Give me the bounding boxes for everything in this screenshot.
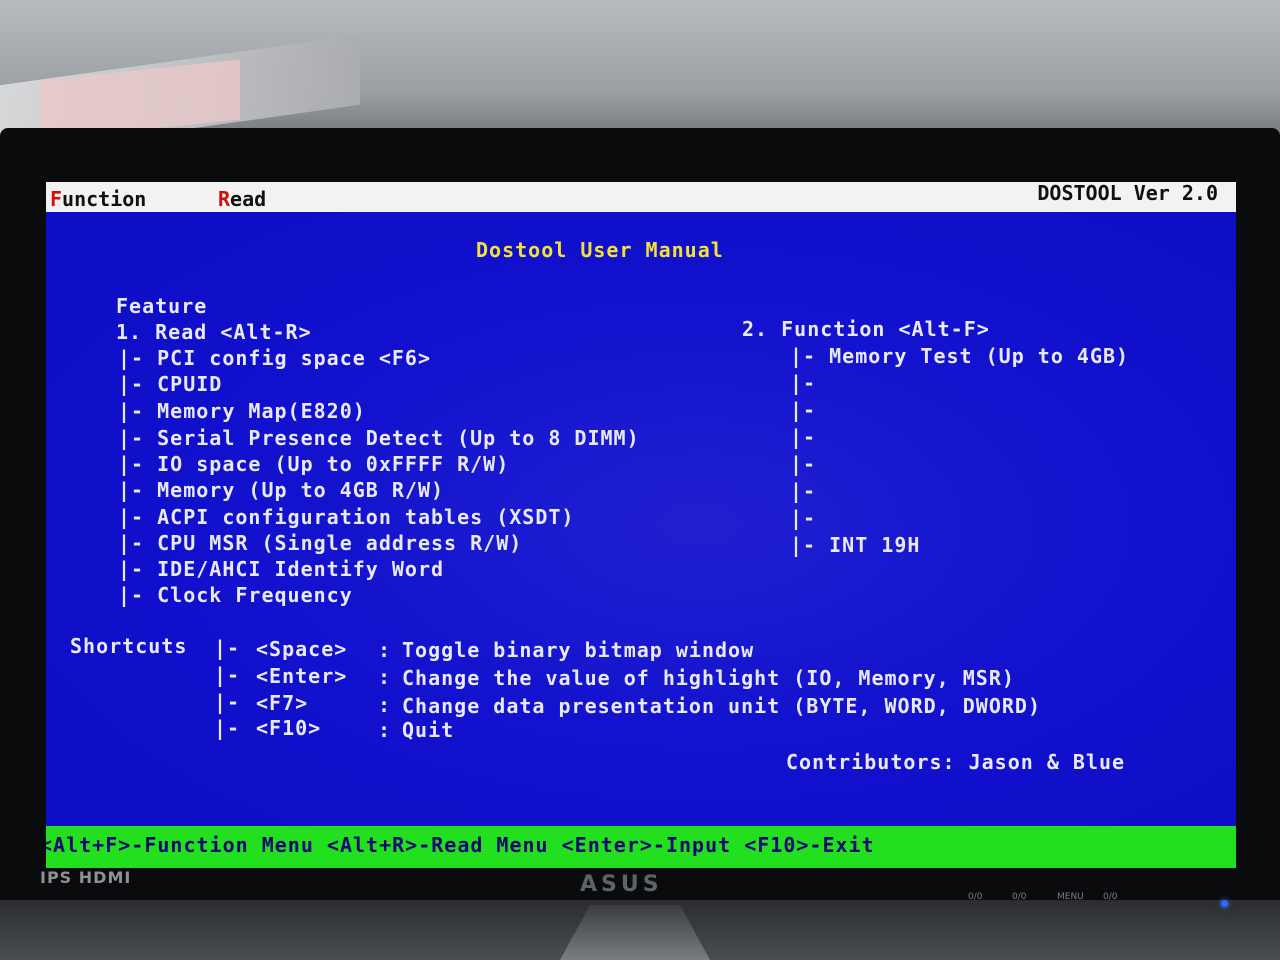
menu-read-hotkey: R: [218, 187, 231, 211]
function-item: |-: [790, 479, 817, 503]
function-item: |-: [790, 425, 817, 449]
read-item: |- ACPI configuration tables (XSDT): [118, 505, 575, 529]
menu-function-hotkey: F: [50, 187, 63, 211]
function-item: |-: [790, 506, 817, 530]
shortcut-prefix: |-: [214, 690, 241, 714]
shortcuts-label: Shortcuts: [70, 634, 188, 658]
shortcut-prefix: |-: [214, 663, 241, 687]
read-item: |- Clock Frequency: [118, 583, 353, 607]
version-label: DOSTOOL Ver 2.0: [1037, 182, 1218, 205]
shortcut-key: <F7>: [256, 691, 309, 715]
power-led-icon: [1221, 900, 1228, 907]
menu-read-label: ead: [230, 187, 267, 211]
shortcut-key: <F10>: [256, 716, 322, 740]
function-section-heading: 2. Function <Alt-F>: [742, 317, 990, 341]
read-section-heading: 1. Read <Alt-R>: [116, 320, 312, 344]
shortcut-description: Change data presentation unit (BYTE, WOR…: [402, 694, 1042, 718]
read-item: |- CPU MSR (Single address R/W): [118, 531, 523, 555]
shortcut-key: <Enter>: [256, 664, 348, 688]
shortcut-separator: :: [378, 718, 392, 742]
brand-asus-logo: ASUS: [580, 872, 663, 897]
function-item: |-: [790, 452, 817, 476]
shortcut-prefix: |-: [214, 716, 241, 740]
menu-bar: Function Read DOSTOOL Ver 2.0: [46, 182, 1236, 212]
menu-read[interactable]: Read: [218, 184, 266, 214]
function-item: |- INT 19H: [790, 533, 921, 557]
function-item: |-: [790, 398, 817, 422]
status-bar-hints: <Alt+F>-Function Menu <Alt+R>-Read Menu …: [46, 833, 875, 857]
menu-function[interactable]: Function: [50, 184, 146, 214]
monitor-button-label: 0/0: [968, 892, 983, 902]
read-item: |- PCI config space <F6>: [118, 346, 431, 370]
read-item: |- IDE/AHCI Identify Word: [118, 557, 445, 581]
read-item: |- Serial Presence Detect (Up to 8 DIMM): [118, 426, 640, 450]
shortcut-prefix: |-: [214, 636, 241, 660]
contributors-label: Contributors: Jason & Blue: [786, 750, 1126, 774]
menu-function-label: unction: [62, 187, 147, 211]
brand-ips-hdmi-label: IPS HDMI: [40, 868, 132, 887]
monitor-menu-button-label: MENU: [1057, 892, 1084, 902]
read-item: |- CPUID: [118, 372, 223, 396]
feature-heading: Feature: [116, 294, 208, 318]
shortcut-separator: :: [378, 693, 392, 717]
dos-screen: Function Read DOSTOOL Ver 2.0 Dostool Us…: [46, 182, 1236, 868]
shortcut-separator: :: [378, 638, 392, 662]
monitor-button-label: 0/0: [1103, 892, 1118, 902]
status-bar: <Alt+F>-Function Menu <Alt+R>-Read Menu …: [46, 826, 1236, 868]
shortcut-key: <Space>: [256, 637, 348, 661]
shortcut-description: Change the value of highlight (IO, Memor…: [402, 666, 1015, 690]
function-item: |- Memory Test (Up to 4GB): [790, 344, 1130, 368]
function-item: |-: [790, 371, 817, 395]
shortcut-description: Quit: [402, 718, 455, 742]
page-title: Dostool User Manual: [476, 238, 724, 262]
monitor-button-label: 0/0: [1012, 892, 1027, 902]
shortcut-separator: :: [378, 665, 392, 689]
shortcut-description: Toggle binary bitmap window: [402, 638, 755, 662]
read-item: |- Memory (Up to 4GB R/W): [118, 478, 445, 502]
read-item: |- Memory Map(E820): [118, 399, 366, 423]
read-item: |- IO space (Up to 0xFFFF R/W): [118, 452, 510, 476]
